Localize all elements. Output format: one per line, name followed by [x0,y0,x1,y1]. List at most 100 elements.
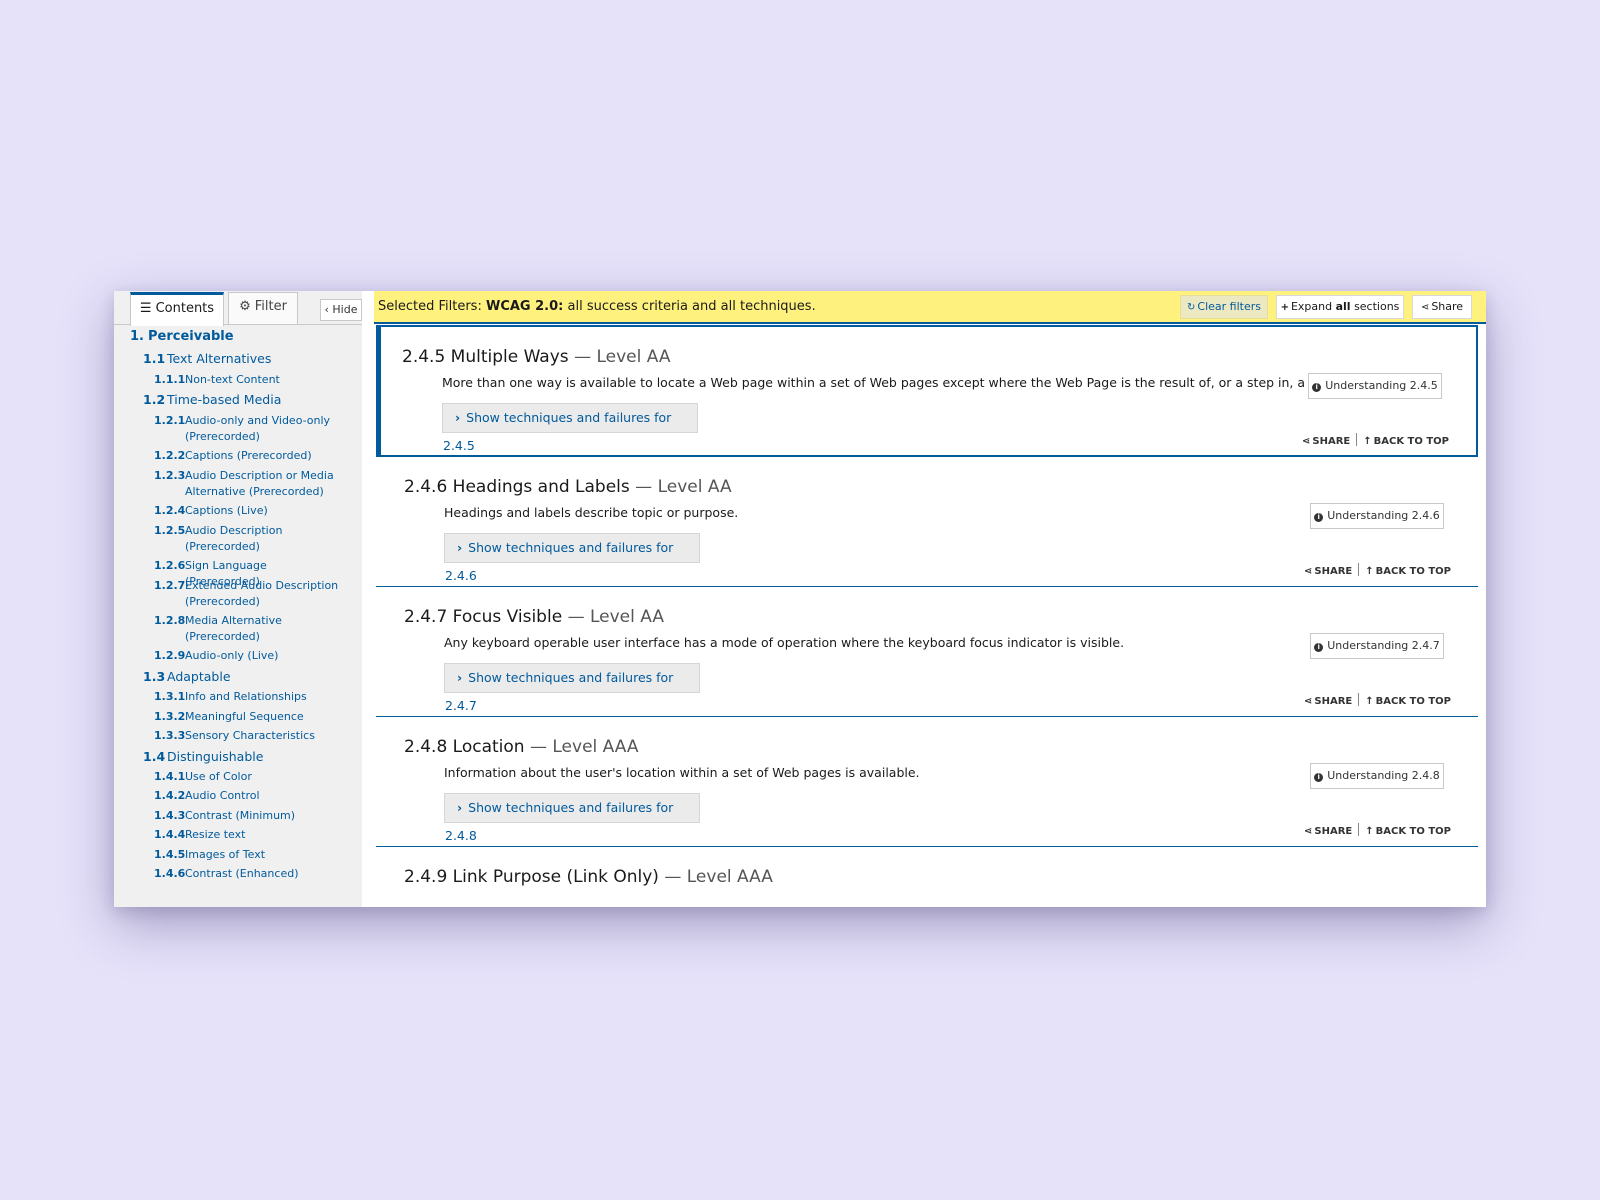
share-label: Share [1431,300,1464,313]
filter-rest: all success criteria and all techniques. [567,299,816,314]
refresh-icon: ↻ [1187,302,1196,313]
toc-item-number: 1.2.8 [154,614,186,627]
toc-item-label: Contrast (Enhanced) [185,867,299,880]
toc-item-number: 1.2.4 [154,504,186,517]
show-techniques-button[interactable]: › Show techniques and failures for 2.4.6 [444,533,700,583]
toc-item-1-2-8[interactable]: 1.2.8Media Alternative (Prerecorded) [154,613,354,645]
tab-filter[interactable]: ⚙ Filter [228,292,298,324]
back-to-top-link[interactable]: ↑ BACK TO TOP [1365,566,1451,577]
toc-item-1-2-5[interactable]: 1.2.5Audio Description (Prerecorded) [154,523,354,555]
understanding-button[interactable]: i Understanding 2.4.8 [1310,763,1444,789]
share-link[interactable]: ⋖ SHARE [1302,436,1350,447]
criterion-name: 2.4.6 Headings and Labels [404,477,630,497]
divider [1358,823,1360,836]
toc-item-label: Sensory Characteristics [185,729,315,742]
show-techniques-label: Show techniques and failures for 2.4.5 [443,410,672,453]
toc-item-1[interactable]: 1. Perceivable [130,329,234,344]
toc-item-number: 1.2.9 [154,649,186,662]
toc-item-1-2-7[interactable]: 1.2.7Extended Audio Description (Prereco… [154,578,354,610]
toc-item-label: Audio-only (Live) [185,649,279,662]
toc-item-number: 1. [130,329,144,344]
toc-item-1-4-6[interactable]: 1.4.6Contrast (Enhanced) [154,866,354,882]
arrow-up-icon: ↑ [1365,826,1374,837]
criterion-title: 2.4.8 Location — Level AAA [404,737,639,757]
toc-item-number: 1.4.6 [154,867,186,880]
arrow-up-icon: ↑ [1365,566,1374,577]
back-to-top-label: BACK TO TOP [1375,696,1452,707]
toc-item-label: Audio Description (Prerecorded) [185,524,283,553]
chevron-right-icon: › [457,800,463,815]
toc-item-1-4[interactable]: 1.4 Distinguishable [143,749,263,764]
toc-item-1-4-2[interactable]: 1.4.2Audio Control [154,788,354,804]
toc-item-1-3[interactable]: 1.3 Adaptable [143,669,231,684]
toc-item-number: 1.3.1 [154,690,186,703]
toc-item-label: Extended Audio Description (Prerecorded) [185,579,339,608]
understanding-button[interactable]: i Understanding 2.4.6 [1310,503,1444,529]
toc-item-number: 1.1.1 [154,373,186,386]
back-to-top-link[interactable]: ↑ BACK TO TOP [1363,436,1449,447]
criterion-name: 2.4.9 Link Purpose (Link Only) [404,867,659,887]
share-link[interactable]: ⋖ SHARE [1304,696,1352,707]
toc-item-label: Images of Text [185,848,266,861]
share-link[interactable]: ⋖ SHARE [1304,566,1352,577]
understanding-button[interactable]: i Understanding 2.4.5 [1308,373,1442,399]
understanding-label: Understanding 2.4.5 [1325,379,1438,392]
toc-item-1-2[interactable]: 1.2 Time-based Media [143,392,281,407]
chevron-right-icon: › [457,670,463,685]
criterion-actions: ⋖ SHARE ↑ BACK TO TOP [1302,433,1449,447]
show-techniques-label: Show techniques and failures for 2.4.7 [445,670,674,713]
expand-label-pre: Expand [1290,300,1333,313]
toc-item-number: 1.4.2 [154,789,186,802]
toc-item-number: 1.2.6 [154,559,186,572]
info-icon: i [1312,383,1322,392]
show-techniques-button[interactable]: › Show techniques and failures for 2.4.8 [444,793,700,843]
success-criterion-2-4-7: 2.4.7 Focus Visible — Level AA Any keyboa… [376,585,1478,717]
toc-item-number: 1.4.5 [154,848,186,861]
toc-item-1-4-1[interactable]: 1.4.1Use of Color [154,769,354,785]
criterion-level: — Level AA [567,607,664,627]
success-criterion-2-4-8: 2.4.8 Location — Level AAA Information ab… [376,715,1478,847]
criterion-actions: ⋖ SHARE ↑ BACK TO TOP [1304,563,1451,577]
share-button[interactable]: ⋖ Share [1412,295,1472,319]
share-link[interactable]: ⋖ SHARE [1304,826,1352,837]
back-to-top-label: BACK TO TOP [1375,826,1452,837]
selected-filters-bar: Selected Filters: WCAG 2.0: all success … [374,291,1486,324]
toc-item-1-2-3[interactable]: 1.2.3Audio Description or Media Alternat… [154,468,354,500]
back-to-top-link[interactable]: ↑ BACK TO TOP [1365,696,1451,707]
criterion-title: 2.4.9 Link Purpose (Link Only) — Level A… [404,867,773,887]
toc-item-1-1-1[interactable]: 1.1.1Non-text Content [154,372,354,388]
chevron-right-icon: › [457,540,463,555]
toc-item-1-3-2[interactable]: 1.3.2Meaningful Sequence [154,709,354,725]
plus-icon: + [1280,302,1289,313]
toc-item-1-3-1[interactable]: 1.3.1Info and Relationships [154,689,354,705]
clear-filters-button[interactable]: ↻ Clear filters [1180,295,1268,319]
toc-item-number: 1.2.3 [154,469,186,482]
toc-item-1-1[interactable]: 1.1 Text Alternatives [143,351,271,366]
toc-item-1-2-4[interactable]: 1.2.4Captions (Live) [154,503,354,519]
back-to-top-label: BACK TO TOP [1375,566,1452,577]
show-techniques-label: Show techniques and failures for 2.4.6 [445,540,674,583]
show-techniques-button[interactable]: › Show techniques and failures for 2.4.5 [442,403,698,453]
toc-item-1-4-5[interactable]: 1.4.5Images of Text [154,847,354,863]
tab-contents[interactable]: ☰ Contents [130,292,224,326]
toc-item-label: Audio Description or Media Alternative (… [185,469,334,498]
toc-item-1-2-2[interactable]: 1.2.2Captions (Prerecorded) [154,448,354,464]
toc-item-1-4-4[interactable]: 1.4.4Resize text [154,827,354,843]
toc-item-number: 1.2 [143,392,166,407]
criterion-name: 2.4.8 Location [404,737,525,757]
toc-item-1-3-3[interactable]: 1.3.3Sensory Characteristics [154,728,354,744]
divider [1356,433,1358,446]
hide-sidebar-button[interactable]: ‹ Hide [320,299,362,321]
understanding-button[interactable]: i Understanding 2.4.7 [1310,633,1444,659]
toc-item-1-4-3[interactable]: 1.4.3Contrast (Minimum) [154,808,354,824]
expand-all-sections-button[interactable]: + Expand all sections [1276,295,1404,319]
filter-summary: Selected Filters: WCAG 2.0: all success … [378,299,816,314]
toc-item-label: Meaningful Sequence [185,710,304,723]
show-techniques-button[interactable]: › Show techniques and failures for 2.4.7 [444,663,700,713]
toc-item-label: Audio Control [185,789,260,802]
toc-item-1-2-9[interactable]: 1.2.9Audio-only (Live) [154,648,354,664]
toc-item-label: Captions (Prerecorded) [185,449,312,462]
toc-item-1-2-1[interactable]: 1.2.1Audio-only and Video-only (Prerecor… [154,413,354,445]
criterion-description: More than one way is available to locate… [442,375,1362,390]
back-to-top-link[interactable]: ↑ BACK TO TOP [1365,826,1451,837]
